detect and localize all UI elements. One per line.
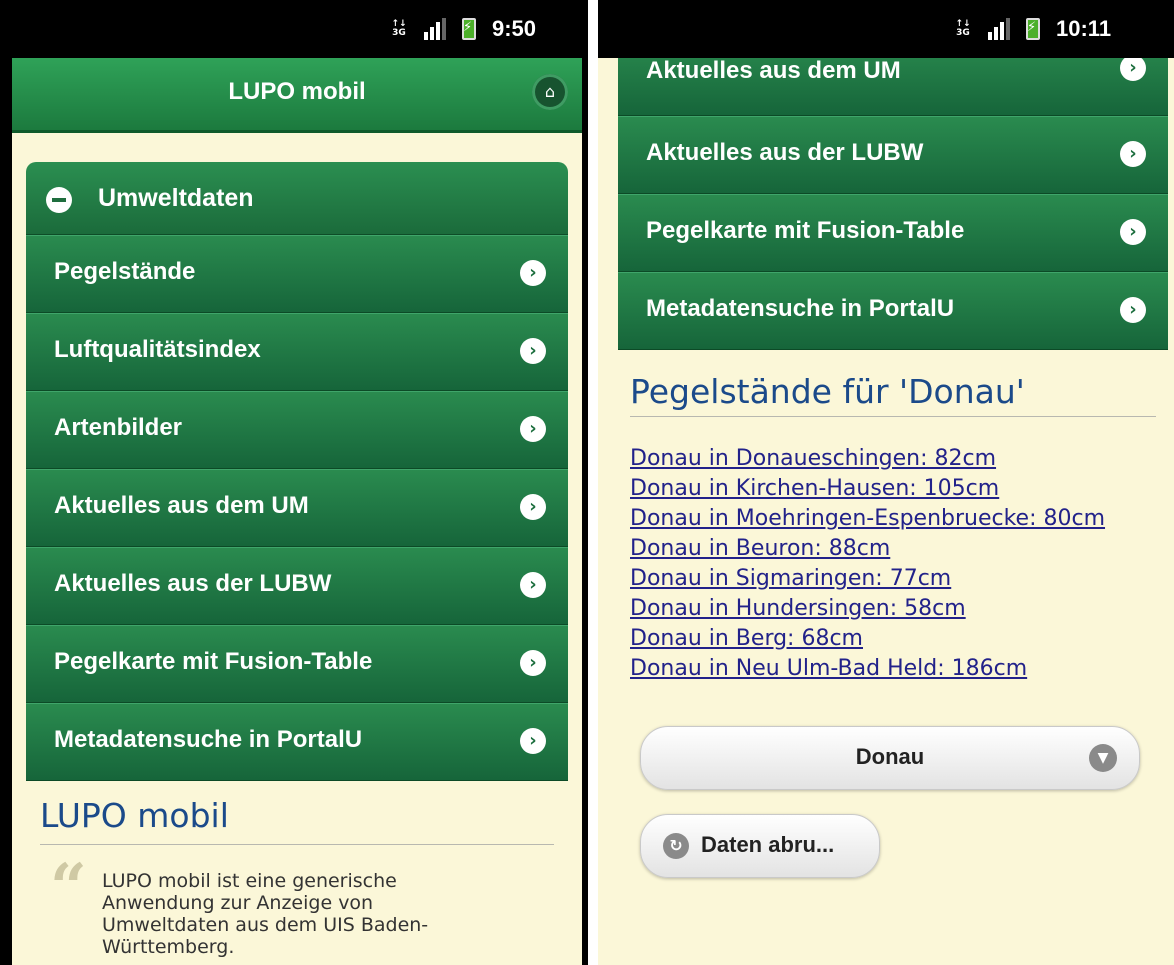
divider	[630, 416, 1156, 417]
menu-item-aktuelles-um[interactable]: Aktuelles aus dem UM ›	[618, 58, 1168, 116]
menu-item-label: Metadatensuche in PortalU	[646, 295, 955, 322]
right-phone-screen: ↑↓3G 10:11 Aktuelles aus dem UM › Aktuel…	[598, 0, 1174, 965]
menu-item-pegelstaende[interactable]: Pegelstände ›	[26, 235, 568, 313]
clock: 9:50	[492, 16, 537, 41]
about-text-line: LUPO mobil ist eine generische	[102, 870, 397, 892]
river-select-value: Donau	[855, 744, 925, 769]
menu-item-label: Pegelkarte mit Fusion-Table	[54, 648, 373, 675]
refresh-icon: ↻	[663, 833, 689, 859]
network-type: 3G	[956, 28, 970, 38]
menu-item-label: Aktuelles aus dem UM	[646, 58, 901, 84]
gauge-link[interactable]: Donau in Neu Ulm-Bad Held: 186cm	[630, 654, 1105, 684]
menu-item-pegelkarte[interactable]: Pegelkarte mit Fusion-Table ›	[26, 625, 568, 703]
network-type: 3G	[392, 28, 406, 38]
app-header: LUPO mobil ⌂	[12, 58, 582, 133]
chevron-right-icon: ›	[520, 416, 546, 442]
chevron-right-icon: ›	[520, 572, 546, 598]
chevron-right-icon: ›	[1120, 58, 1146, 81]
menu-title: Umweltdaten	[98, 184, 254, 212]
menu-item-label: Pegelkarte mit Fusion-Table	[646, 217, 965, 244]
menu-item-pegelkarte[interactable]: Pegelkarte mit Fusion-Table ›	[618, 194, 1168, 272]
about-text-line: Umweltdaten aus dem UIS Baden-	[102, 914, 429, 936]
gauge-links: Donau in Donaueschingen: 82cm Donau in K…	[630, 444, 1105, 684]
status-bar: ↑↓3G 9:50	[0, 0, 588, 58]
results-title: Pegelstände für 'Donau'	[630, 372, 1025, 411]
status-icons: ↑↓3G 10:11	[954, 16, 1111, 42]
about-title: LUPO mobil	[40, 796, 229, 835]
gauge-link[interactable]: Donau in Sigmaringen: 77cm	[630, 564, 1105, 594]
fetch-data-button[interactable]: ↻ Daten abru...	[640, 814, 880, 878]
gauge-link[interactable]: Donau in Donaueschingen: 82cm	[630, 444, 1105, 474]
menu-item-aktuelles-um[interactable]: Aktuelles aus dem UM ›	[26, 469, 568, 547]
menu-item-luftqualitaetsindex[interactable]: Luftqualitätsindex ›	[26, 313, 568, 391]
collapse-icon	[46, 187, 72, 213]
left-phone-screen: ↑↓3G 9:50 LUPO mobil ⌂ Umweltdaten Pegel…	[0, 0, 588, 965]
home-icon[interactable]: ⌂	[532, 74, 568, 110]
about-text: LUPO mobil ist eine generische Anwendung…	[102, 870, 428, 958]
menu-item-metadatensuche[interactable]: Metadatensuche in PortalU ›	[26, 703, 568, 781]
network-3g-icon: ↑↓ 3G	[955, 19, 971, 38]
clock: 10:11	[1056, 16, 1112, 41]
battery-icon	[1026, 18, 1040, 40]
fetch-data-label: Daten abru...	[701, 832, 835, 857]
gauge-link[interactable]: Donau in Beuron: 88cm	[630, 534, 1105, 564]
gauge-link[interactable]: Donau in Kirchen-Hausen: 105cm	[630, 474, 1105, 504]
menu-item-label: Aktuelles aus der LUBW	[54, 570, 332, 597]
chevron-down-icon: ▼	[1089, 744, 1117, 772]
chevron-right-icon: ›	[520, 650, 546, 676]
about-text-line: Württemberg.	[102, 936, 235, 958]
app-screen: Aktuelles aus dem UM › Aktuelles aus der…	[598, 58, 1174, 965]
menu-item-label: Artenbilder	[54, 414, 183, 441]
divider	[40, 844, 554, 845]
chevron-right-icon: ›	[520, 260, 546, 286]
signal-icon	[424, 18, 446, 40]
menu-item-artenbilder[interactable]: Artenbilder ›	[26, 391, 568, 469]
status-icons: ↑↓3G 9:50	[390, 16, 536, 42]
chevron-right-icon: ›	[520, 338, 546, 364]
gauge-link[interactable]: Donau in Berg: 68cm	[630, 624, 1105, 654]
network-3g-icon: ↑↓ 3G	[391, 19, 407, 38]
umweltdaten-menu: Aktuelles aus dem UM › Aktuelles aus der…	[618, 58, 1168, 350]
river-select[interactable]: Donau ▼	[640, 726, 1140, 790]
menu-item-label: Aktuelles aus der LUBW	[646, 139, 924, 166]
menu-item-metadatensuche[interactable]: Metadatensuche in PortalU ›	[618, 272, 1168, 350]
chevron-right-icon: ›	[520, 494, 546, 520]
chevron-right-icon: ›	[1120, 141, 1146, 167]
menu-header[interactable]: Umweltdaten	[26, 162, 568, 235]
menu-item-label: Aktuelles aus dem UM	[54, 492, 309, 519]
menu-item-aktuelles-lubw[interactable]: Aktuelles aus der LUBW ›	[618, 116, 1168, 194]
signal-icon	[988, 18, 1010, 40]
battery-icon	[462, 18, 476, 40]
gauge-link[interactable]: Donau in Moehringen-Espenbruecke: 80cm	[630, 504, 1105, 534]
menu-item-label: Metadatensuche in PortalU	[54, 726, 363, 753]
app-screen: LUPO mobil ⌂ Umweltdaten Pegelstände › L…	[12, 58, 582, 965]
menu-item-label: Pegelstände	[54, 258, 196, 285]
quote-icon: “	[50, 850, 87, 925]
status-bar: ↑↓3G 10:11	[598, 0, 1174, 58]
chevron-right-icon: ›	[1120, 297, 1146, 323]
chevron-right-icon: ›	[1120, 219, 1146, 245]
chevron-right-icon: ›	[520, 728, 546, 754]
menu-item-label: Luftqualitätsindex	[54, 336, 261, 363]
app-title: LUPO mobil	[228, 78, 366, 105]
about-text-line: Anwendung zur Anzeige von	[102, 892, 374, 914]
umweltdaten-menu: Umweltdaten Pegelstände › Luftqualitätsi…	[26, 162, 568, 781]
gauge-link[interactable]: Donau in Hundersingen: 58cm	[630, 594, 1105, 624]
menu-item-aktuelles-lubw[interactable]: Aktuelles aus der LUBW ›	[26, 547, 568, 625]
